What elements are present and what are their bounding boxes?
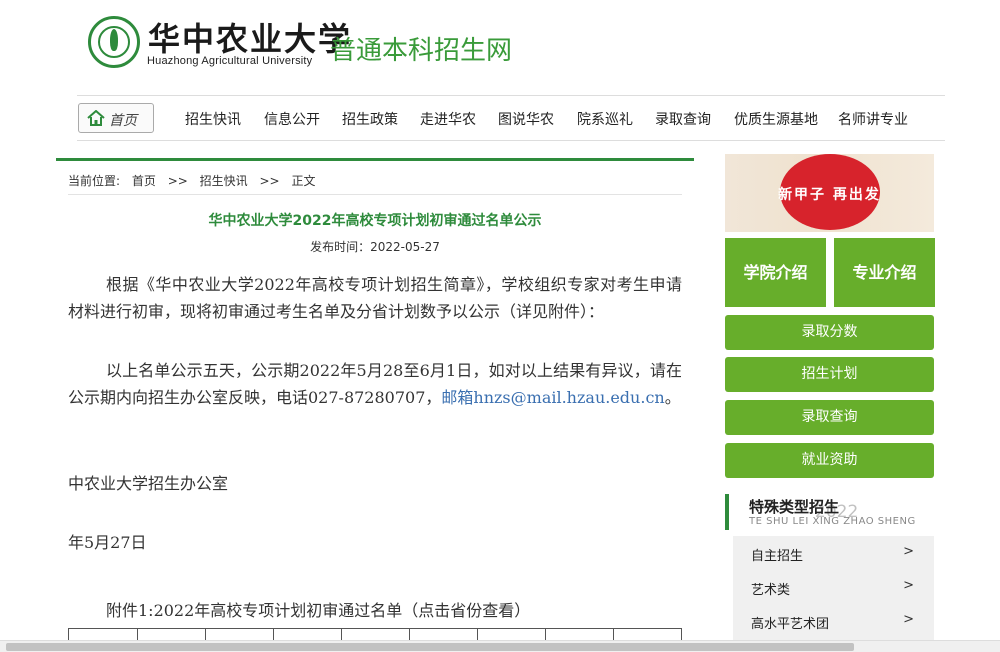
breadcrumb-home-link[interactable]: 首页 bbox=[132, 174, 156, 188]
paragraph-end: 。 bbox=[664, 388, 681, 407]
nav-item-news[interactable]: 招生快讯 bbox=[185, 109, 241, 129]
article-paragraph: 根据《华中农业大学2022年高校专项计划招生简章》，学校组织专家对考生申请材料进… bbox=[68, 275, 682, 321]
major-intro-button[interactable]: 专业介绍 bbox=[834, 238, 935, 307]
scrollbar-thumb[interactable] bbox=[6, 643, 854, 651]
nav-item-departments[interactable]: 院系巡礼 bbox=[577, 109, 633, 129]
signature-date: 年5月27日 bbox=[68, 533, 147, 552]
nav-item-info-disclosure[interactable]: 信息公开 bbox=[264, 109, 320, 129]
attachment-table bbox=[68, 628, 682, 641]
content-top-bar bbox=[56, 158, 694, 161]
enrollment-plan-button[interactable]: 招生计划 bbox=[725, 357, 934, 392]
admission-scores-button[interactable]: 录取分数 bbox=[725, 315, 934, 350]
breadcrumb-separator: >> bbox=[259, 174, 280, 188]
article-date: 发布时间：2022-05-27 bbox=[310, 240, 440, 254]
nav-home-button[interactable]: 首页 bbox=[78, 103, 154, 133]
special-admission-subtitle: TE SHU LEI XING ZHAO SHENG bbox=[749, 516, 916, 527]
breadcrumb-prefix: 当前位置: bbox=[68, 174, 121, 188]
banner-text: 新甲子 再出发 bbox=[778, 187, 881, 203]
breadcrumb-section-link[interactable]: 招生快讯 bbox=[200, 174, 248, 188]
list-item-independent-admission[interactable]: 自主招生 > bbox=[733, 536, 934, 570]
special-admission-title: 特殊类型招生 bbox=[749, 498, 840, 516]
main-nav: 首页 招生快讯 信息公开 招生政策 走进华农 图说华农 院系巡礼 录取查询 优质… bbox=[77, 95, 945, 141]
nav-item-admission-query[interactable]: 录取查询 bbox=[655, 109, 711, 129]
employment-aid-button[interactable]: 就业资助 bbox=[725, 443, 934, 478]
special-admission-header: 2022 特殊类型招生 TE SHU LEI XING ZHAO SHENG bbox=[725, 494, 934, 530]
nav-item-gallery[interactable]: 图说华农 bbox=[498, 109, 554, 129]
list-item-label: 高水平艺术团 bbox=[751, 617, 830, 632]
nav-item-professor-talks[interactable]: 名师讲专业 bbox=[838, 109, 908, 129]
nav-item-policy[interactable]: 招生政策 bbox=[342, 109, 398, 129]
article-title: 华中农业大学2022年高校专项计划初审通过名单公示 bbox=[208, 213, 542, 229]
site-title: 普通本科招生网 bbox=[330, 36, 513, 66]
article-paragraph: 以上名单公示五天，公示期2022年5月28至6月1日，如对以上结果有异议，请在公… bbox=[68, 357, 682, 411]
college-intro-button[interactable]: 学院介绍 bbox=[725, 238, 826, 307]
chevron-right-icon: > bbox=[903, 578, 914, 593]
header: 华中农业大学 Huazhong Agricultural University … bbox=[0, 0, 1000, 90]
logo-chinese-name[interactable]: 华中农业大学 bbox=[148, 14, 352, 60]
list-item-label: 自主招生 bbox=[751, 549, 804, 564]
university-emblem-icon[interactable] bbox=[88, 16, 140, 68]
chevron-right-icon: > bbox=[903, 612, 914, 627]
anniversary-banner[interactable]: 新甲子 再出发 bbox=[725, 154, 934, 232]
breadcrumb: 当前位置: 首页 >> 招生快讯 >> 正文 bbox=[68, 172, 323, 189]
logo-english-name: Huazhong Agricultural University bbox=[147, 55, 313, 67]
chevron-right-icon: > bbox=[903, 544, 914, 559]
divider bbox=[68, 194, 682, 195]
attachment-title[interactable]: 附件1:2022年高校专项计划初审通过名单（点击省份查看） bbox=[106, 597, 530, 621]
nav-item-about[interactable]: 走进华农 bbox=[420, 109, 476, 129]
list-item-label: 艺术类 bbox=[751, 583, 791, 598]
nav-item-quality-base[interactable]: 优质生源基地 bbox=[734, 109, 818, 129]
nav-home-label: 首页 bbox=[109, 113, 137, 129]
list-item-art-troupe[interactable]: 高水平艺术团 > bbox=[733, 604, 934, 638]
signature-office: 中农业大学招生办公室 bbox=[68, 474, 229, 493]
breadcrumb-current: 正文 bbox=[291, 174, 316, 188]
special-admission-list: 自主招生 > 艺术类 > 高水平艺术团 > bbox=[733, 536, 934, 640]
list-item-arts[interactable]: 艺术类 > bbox=[733, 570, 934, 604]
breadcrumb-separator: >> bbox=[167, 174, 188, 188]
home-icon bbox=[87, 110, 105, 126]
horizontal-scrollbar[interactable] bbox=[0, 640, 1000, 652]
admission-query-button[interactable]: 录取查询 bbox=[725, 400, 934, 435]
email-link[interactable]: 邮箱hnzs@mail.hzau.edu.cn bbox=[441, 388, 664, 407]
